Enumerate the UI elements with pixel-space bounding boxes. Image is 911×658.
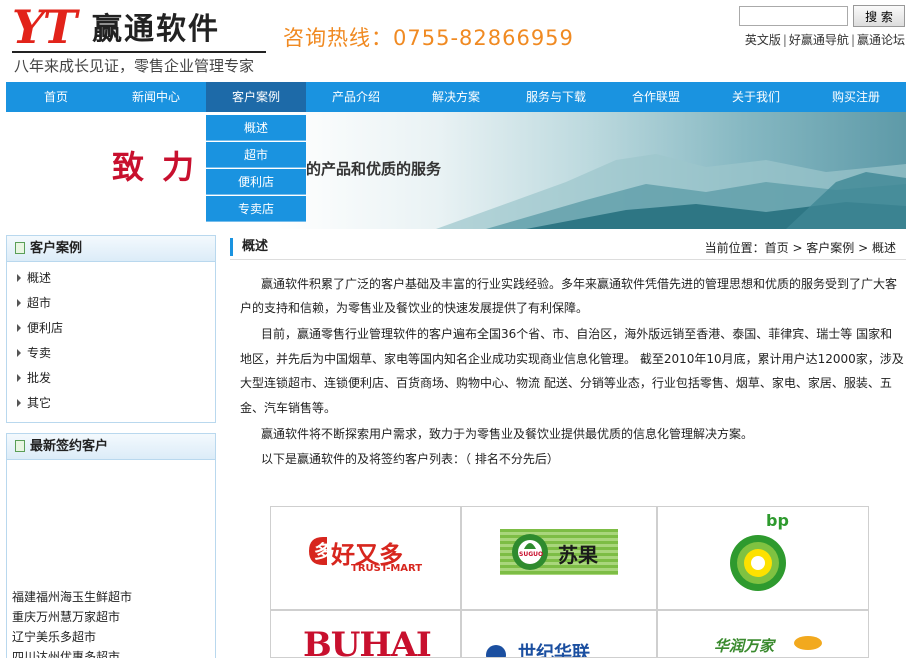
nav-service[interactable]: 服务与下载 [506,82,606,112]
client-logo-huarun[interactable]: 华润万家 [657,610,869,658]
header: YT 赢通软件 八年来成长见证，零售企业管理专家 咨询热线：0755-82866… [0,0,911,82]
link-english[interactable]: 英文版 [745,33,781,47]
suguo-cn: 苏果 [558,543,598,567]
triangle-bullet-icon [17,373,21,382]
suguo-tag: SUGUO [519,551,544,558]
banner: 致力 的产品和优质的服务 [6,112,906,229]
search-button[interactable]: 搜 索 [853,5,905,27]
client-item[interactable]: 重庆万州慧万家超市 [12,607,212,627]
client-logo-trust-mart[interactable]: 多 好又多 TRUST-MART [270,506,461,610]
client-logo-suguo[interactable]: SUGUO 苏果 [461,506,657,610]
client-logo-buhai[interactable]: BUHAI [270,610,461,658]
sidebar-cases: 客户案例 概述 超市 便利店 专卖 批发 其它 [6,235,216,423]
trust-mart-en: TRUST-MART [351,563,423,574]
paragraph-2-line-2: 地区，并先后为中国烟草、家电等国内知名企业成功实现商业信息化管理。 截至2010… [240,352,904,366]
sidebar-item-label: 批发 [27,371,52,385]
triangle-bullet-icon [17,348,21,357]
sidebar-cases-header: 客户案例 [7,236,215,262]
hotline: 咨询热线：0755-82866959 [283,26,574,50]
paragraph-4: 以下是赢通软件的及将签约客户列表：（ 排名不分先后） [261,452,559,466]
paragraph-2-line-1: 目前，赢通零售行业管理软件的客户遍布全国36个省、市、自治区，海外版远销至香港、… [261,327,893,341]
sidebar-item-label: 便利店 [27,321,64,335]
sidebar-item-wholesale[interactable]: 批发 [7,366,215,391]
sidebar-item-label: 其它 [27,396,52,410]
dropdown-item-specialty[interactable]: 专卖店 [206,196,306,222]
sidebar-item-overview[interactable]: 概述 [7,266,215,291]
document-icon [15,241,25,254]
buhai-wordmark: BUHAI [303,625,432,658]
client-logo-bp[interactable]: bp [657,506,869,610]
slogan: 八年来成长见证，零售企业管理专家 [14,57,255,75]
cases-dropdown: 概述 超市 便利店 专卖店 [206,115,306,223]
triangle-bullet-icon [17,298,21,307]
bp-helios-icon [730,535,786,591]
sidebar-item-label: 概述 [27,271,52,285]
huarun-swoosh-icon [794,636,822,650]
sidebar-item-label: 超市 [27,296,52,310]
nav-products[interactable]: 产品介绍 [306,82,406,112]
content-header: 概述 当前位置：首页 > 客户案例 > 概述 [230,236,906,260]
paragraph-1-line-2: 户的支持和信赖，为零售业及餐饮业的快速发展提供了有利保障。 [240,301,589,315]
sidebar-item-other[interactable]: 其它 [7,391,215,416]
nav-partners[interactable]: 合作联盟 [606,82,706,112]
sidebar-item-convenience[interactable]: 便利店 [7,316,215,341]
banner-headline: 致力 [112,148,213,186]
sidebar-item-specialty[interactable]: 专卖 [7,341,215,366]
link-navigation[interactable]: 好赢通导航 [789,33,849,47]
logo[interactable]: YT 赢通软件 八年来成长见证，零售企业管理专家 [12,4,272,78]
dropdown-item-overview[interactable]: 概述 [206,115,306,141]
nav-cases[interactable]: 客户案例 [206,82,306,112]
breadcrumb: 当前位置：首页 > 客户案例 > 概述 [704,241,896,255]
nav-solutions[interactable]: 解决方案 [406,82,506,112]
nav-home[interactable]: 首页 [6,82,106,112]
dropdown-item-convenience[interactable]: 便利店 [206,169,306,195]
link-separator: | [850,33,855,47]
client-logo-lianhua[interactable]: 世纪华联 [461,610,657,658]
logo-underline [12,51,266,53]
triangle-bullet-icon [17,323,21,332]
sidebar-clients-title: 最新签约客户 [30,439,109,454]
logo-name: 赢通软件 [92,12,220,47]
paragraph-3: 赢通软件将不断探索用户需求，致力于为零售业及餐饮业提供最优质的信息化管理解决方案… [261,427,754,441]
sidebar-clients-header: 最新签约客户 [7,434,215,460]
nav-about[interactable]: 关于我们 [706,82,806,112]
dropdown-item-supermarket[interactable]: 超市 [206,142,306,168]
page-title: 概述 [230,238,268,256]
main-nav: 首页 新闻中心 客户案例 产品介绍 解决方案 服务与下载 合作联盟 关于我们 购… [6,82,906,112]
svg-text:多: 多 [314,541,332,563]
sidebar-cases-list: 概述 超市 便利店 专卖 批发 其它 [7,262,215,416]
nav-buy[interactable]: 购买注册 [806,82,906,112]
nav-news[interactable]: 新闻中心 [106,82,206,112]
triangle-bullet-icon [17,273,21,282]
sidebar-item-label: 专卖 [27,346,52,360]
client-list: 福建福州海玉生鲜超市 重庆万州慧万家超市 辽宁美乐多超市 四川达州优惠多超市 [12,587,212,658]
sidebar-item-supermarket[interactable]: 超市 [7,291,215,316]
link-forum[interactable]: 赢通论坛 [857,33,905,47]
client-item[interactable]: 福建福州海玉生鲜超市 [12,587,212,607]
client-item[interactable]: 四川达州优惠多超市 [12,647,212,658]
triangle-bullet-icon [17,398,21,407]
lianhua-cn: 世纪华联 [518,643,590,658]
sidebar-cases-title: 客户案例 [30,241,83,256]
document-icon [15,439,25,452]
paragraph-2-line-4: 金、汽车销售等。 [240,401,337,415]
banner-tagline: 的产品和优质的服务 [306,160,442,178]
search-input[interactable] [739,6,848,26]
logo-mark: YT [12,0,77,54]
paragraph-2-line-3: 大型连锁超市、连锁便利店、百货商场、购物中心、物流 配送、分销等业态，行业包括零… [240,376,892,390]
top-links: 英文版 | 好赢通导航 | 赢通论坛 [745,31,905,48]
link-separator: | [782,33,787,47]
paragraph-1-line-1: 赢通软件积累了广泛的客户基础及丰富的行业实践经验。多年来赢通软件凭借先进的管理思… [261,277,898,291]
client-item[interactable]: 辽宁美乐多超市 [12,627,212,647]
